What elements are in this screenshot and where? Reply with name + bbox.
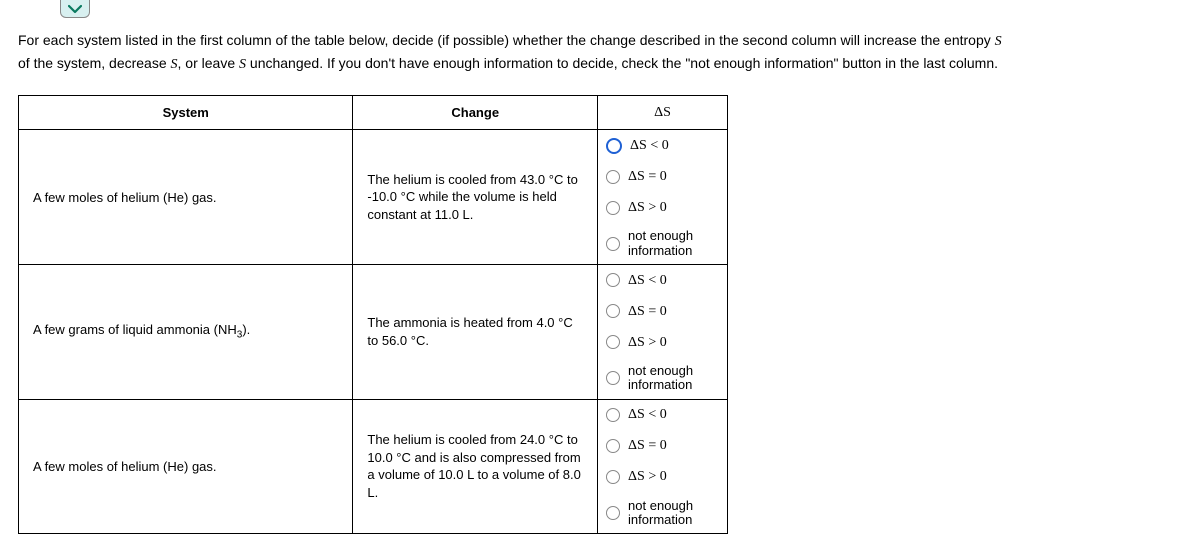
system-cell: A few grams of liquid ammonia (NH3). <box>19 264 353 399</box>
options-cell: ΔS < 0 ΔS = 0 ΔS > 0 not enoughinformati… <box>598 399 728 534</box>
radio-icon <box>606 273 620 287</box>
option-ds-lt[interactable]: ΔS < 0 <box>598 400 727 431</box>
radio-icon <box>606 201 620 215</box>
option-label: ΔS > 0 <box>628 335 667 350</box>
prompt-text: of the system, decrease <box>18 55 171 71</box>
table-row: A few moles of helium (He) gas. The heli… <box>19 130 728 265</box>
prompt-text: For each system listed in the first colu… <box>18 32 995 48</box>
radio-icon <box>606 335 620 349</box>
option-label: ΔS < 0 <box>628 407 667 422</box>
option-label: ΔS < 0 <box>628 273 667 288</box>
option-label: ΔS > 0 <box>628 200 667 215</box>
change-cell: The helium is cooled from 43.0 °C to -10… <box>353 130 598 265</box>
radio-icon <box>606 304 620 318</box>
chevron-down-icon <box>68 4 82 14</box>
system-cell: A few moles of helium (He) gas. <box>19 399 353 534</box>
radio-icon <box>606 408 620 422</box>
option-label: ΔS = 0 <box>628 438 667 453</box>
expand-toggle[interactable] <box>60 0 90 18</box>
header-ds: ΔS <box>598 96 728 130</box>
option-ds-gt[interactable]: ΔS > 0 <box>598 327 727 358</box>
option-label: ΔS > 0 <box>628 469 667 484</box>
question-prompt: For each system listed in the first colu… <box>0 18 1200 85</box>
option-label: ΔS = 0 <box>628 169 667 184</box>
radio-icon <box>606 439 620 453</box>
options-cell: ΔS < 0 ΔS = 0 ΔS > 0 not enoughinformati… <box>598 130 728 265</box>
radio-icon <box>606 470 620 484</box>
option-label: not enoughinformation <box>628 499 693 528</box>
entropy-symbol: S <box>171 57 178 72</box>
option-ds-eq[interactable]: ΔS = 0 <box>598 161 727 192</box>
radio-checked-icon <box>606 138 622 154</box>
entropy-symbol: S <box>239 57 246 72</box>
prompt-text: , or leave <box>178 55 239 71</box>
option-ds-gt[interactable]: ΔS > 0 <box>598 192 727 223</box>
change-cell: The ammonia is heated from 4.0 °C to 56.… <box>353 264 598 399</box>
table-header-row: System Change ΔS <box>19 96 728 130</box>
option-label: not enoughinformation <box>628 364 693 393</box>
option-ds-eq[interactable]: ΔS = 0 <box>598 431 727 462</box>
option-label: ΔS = 0 <box>628 304 667 319</box>
header-change: Change <box>353 96 598 130</box>
change-cell: The helium is cooled from 24.0 °C to 10.… <box>353 399 598 534</box>
table-row: A few moles of helium (He) gas. The heli… <box>19 399 728 534</box>
system-cell: A few moles of helium (He) gas. <box>19 130 353 265</box>
options-cell: ΔS < 0 ΔS = 0 ΔS > 0 not enoughinformati… <box>598 264 728 399</box>
option-nei[interactable]: not enoughinformation <box>598 493 727 534</box>
option-ds-lt[interactable]: ΔS < 0 <box>598 130 727 161</box>
radio-icon <box>606 506 620 520</box>
prompt-text: unchanged. If you don't have enough info… <box>246 55 998 71</box>
option-ds-gt[interactable]: ΔS > 0 <box>598 462 727 493</box>
radio-icon <box>606 237 620 251</box>
option-nei[interactable]: not enoughinformation <box>598 358 727 399</box>
table-row: A few grams of liquid ammonia (NH3). The… <box>19 264 728 399</box>
radio-icon <box>606 371 620 385</box>
header-system: System <box>19 96 353 130</box>
option-label: not enoughinformation <box>628 229 693 258</box>
radio-icon <box>606 170 620 184</box>
entropy-table: System Change ΔS A few moles of helium (… <box>18 95 728 534</box>
option-ds-lt[interactable]: ΔS < 0 <box>598 265 727 296</box>
option-label: ΔS < 0 <box>630 138 669 153</box>
entropy-symbol: S <box>995 34 1002 49</box>
option-nei[interactable]: not enoughinformation <box>598 223 727 264</box>
option-ds-eq[interactable]: ΔS = 0 <box>598 296 727 327</box>
